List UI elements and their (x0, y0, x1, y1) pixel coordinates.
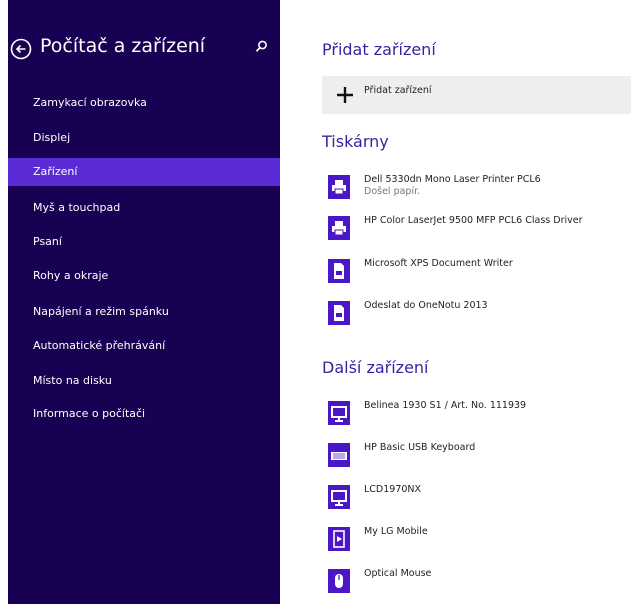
document-printer-icon (328, 301, 350, 325)
device-item[interactable]: HP Basic USB Keyboard (322, 440, 631, 474)
back-arrow-icon[interactable] (10, 38, 32, 60)
printers-heading: Tiskárny (322, 132, 389, 151)
mouse-icon (328, 569, 350, 593)
device-name: Odeslat do OneNotu 2013 (364, 300, 488, 311)
sidebar-header: Počítač a zařízení (8, 30, 280, 70)
device-status: Došel papír. (364, 186, 421, 197)
device-item[interactable]: Optical Mouse (322, 566, 631, 600)
sidebar-item-displej[interactable]: Displej (8, 124, 280, 152)
device-name: My LG Mobile (364, 526, 428, 537)
sidebar-item-automaticke-prehravani[interactable]: Automatické přehrávání (8, 332, 280, 360)
printer-item[interactable]: HP Color LaserJet 9500 MFP PCL6 Class Dr… (322, 213, 631, 247)
other-devices-heading: Další zařízení (322, 358, 429, 377)
keyboard-icon (328, 443, 350, 467)
plus-icon (337, 87, 353, 103)
sidebar-item-mys-a-touchpad[interactable]: Myš a touchpad (8, 194, 280, 222)
add-device-button[interactable]: Přidat zařízení (322, 76, 631, 114)
add-device-label: Přidat zařízení (364, 85, 432, 96)
sidebar: Počítač a zařízení Zamykací obrazovka Di… (8, 0, 280, 604)
sidebar-title: Počítač a zařízení (40, 35, 206, 57)
monitor-icon (328, 401, 350, 425)
device-item[interactable]: My LG Mobile (322, 524, 631, 558)
sidebar-item-rohy-a-okraje[interactable]: Rohy a okraje (8, 262, 280, 290)
device-name: Belinea 1930 S1 / Art. No. 111939 (364, 400, 527, 411)
monitor-icon (328, 485, 350, 509)
search-icon[interactable] (252, 38, 270, 56)
sidebar-item-misto-na-disku[interactable]: Místo na disku (8, 367, 280, 395)
printer-icon (328, 216, 350, 240)
main-content: Přidat zařízení Přidat zařízení Tiskárny… (322, 0, 631, 604)
device-item[interactable]: Belinea 1930 S1 / Art. No. 111939 (322, 398, 631, 432)
media-player-icon (328, 527, 350, 551)
printer-item[interactable]: Microsoft XPS Document Writer (322, 256, 631, 290)
sidebar-item-zarizeni[interactable]: Zařízení (8, 158, 280, 186)
device-name: Microsoft XPS Document Writer (364, 258, 513, 269)
sidebar-item-napajeni[interactable]: Napájení a režim spánku (8, 298, 280, 326)
printer-item[interactable]: Dell 5330dn Mono Laser Printer PCL6 Doše… (322, 172, 631, 206)
printer-item[interactable]: Odeslat do OneNotu 2013 (322, 298, 631, 332)
device-item[interactable]: LCD1970NX (322, 482, 631, 516)
device-name: HP Color LaserJet 9500 MFP PCL6 Class Dr… (364, 215, 583, 226)
document-printer-icon (328, 259, 350, 283)
add-device-heading: Přidat zařízení (322, 40, 436, 59)
device-name: Optical Mouse (364, 568, 432, 579)
sidebar-item-informace-o-pocitaci[interactable]: Informace o počítači (8, 400, 280, 428)
sidebar-item-psani[interactable]: Psaní (8, 228, 280, 256)
printer-icon (328, 175, 350, 199)
device-name: HP Basic USB Keyboard (364, 442, 476, 453)
sidebar-item-zamykaci-obrazovka[interactable]: Zamykací obrazovka (8, 89, 280, 117)
device-name: LCD1970NX (364, 484, 422, 495)
device-name: Dell 5330dn Mono Laser Printer PCL6 (364, 174, 541, 185)
